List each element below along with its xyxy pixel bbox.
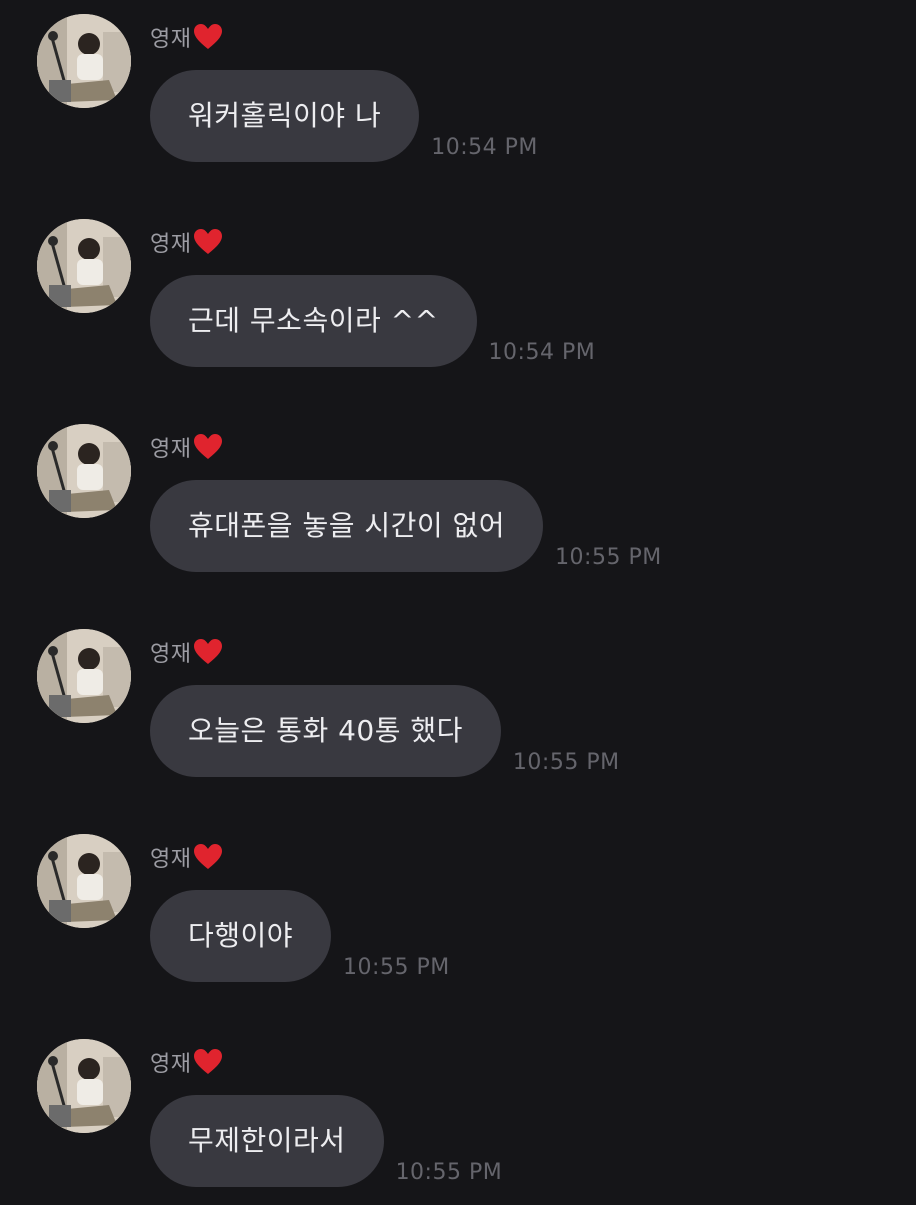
red-heart-icon (193, 843, 223, 871)
avatar[interactable] (37, 629, 131, 723)
red-heart-icon (193, 1048, 223, 1076)
sender-label: 영재 (150, 633, 223, 671)
red-heart-icon (193, 433, 223, 461)
avatar[interactable] (37, 834, 131, 928)
message-bubble[interactable]: 근데 무소속이라 ^^ (150, 275, 477, 367)
chat-thread: 영재 워커홀릭이야 나 10:54 PM 영재 근데 무소속이라 ^^ 10:5… (0, 0, 916, 1200)
sender-name: 영재 (150, 1052, 192, 1077)
message-bubble[interactable]: 워커홀릭이야 나 (150, 70, 420, 162)
message-timestamp: 10:55 PM (512, 750, 620, 775)
message-group: 영재 오늘은 통화 40통 했다 10:55 PM (0, 615, 916, 795)
message-group: 영재 무제한이라서 10:55 PM (0, 1025, 916, 1205)
sender-label: 영재 (150, 428, 223, 466)
message-bubble[interactable]: 무제한이라서 (150, 1095, 384, 1187)
message-timestamp: 10:55 PM (555, 545, 662, 570)
sender-name: 영재 (150, 847, 192, 872)
sender-name: 영재 (150, 642, 192, 667)
sender-label: 영재 (150, 838, 223, 876)
message-bubble[interactable]: 오늘은 통화 40통 했다 (150, 685, 501, 777)
avatar[interactable] (37, 14, 131, 108)
message-bubble[interactable]: 휴대폰을 놓을 시간이 없어 (150, 480, 544, 572)
message-timestamp: 10:55 PM (395, 1160, 503, 1185)
message-group: 영재 다행이야 10:55 PM (0, 820, 916, 1000)
sender-label: 영재 (150, 223, 223, 261)
sender-name: 영재 (150, 437, 192, 462)
message-group: 영재 워커홀릭이야 나 10:54 PM (0, 0, 916, 180)
message-group: 영재 근데 무소속이라 ^^ 10:54 PM (0, 205, 916, 385)
sender-name: 영재 (150, 27, 192, 52)
message-timestamp: 10:54 PM (488, 340, 596, 365)
sender-name: 영재 (150, 232, 192, 257)
avatar[interactable] (37, 1039, 131, 1133)
message-timestamp: 10:54 PM (431, 135, 538, 160)
red-heart-icon (193, 23, 223, 51)
red-heart-icon (193, 638, 223, 666)
sender-label: 영재 (150, 1043, 223, 1081)
avatar[interactable] (37, 219, 131, 313)
message-timestamp: 10:55 PM (343, 955, 450, 980)
message-bubble[interactable]: 다행이야 (150, 890, 332, 982)
message-group: 영재 휴대폰을 놓을 시간이 없어 10:55 PM (0, 410, 916, 590)
avatar[interactable] (37, 424, 131, 518)
red-heart-icon (193, 228, 223, 256)
sender-label: 영재 (150, 18, 223, 56)
